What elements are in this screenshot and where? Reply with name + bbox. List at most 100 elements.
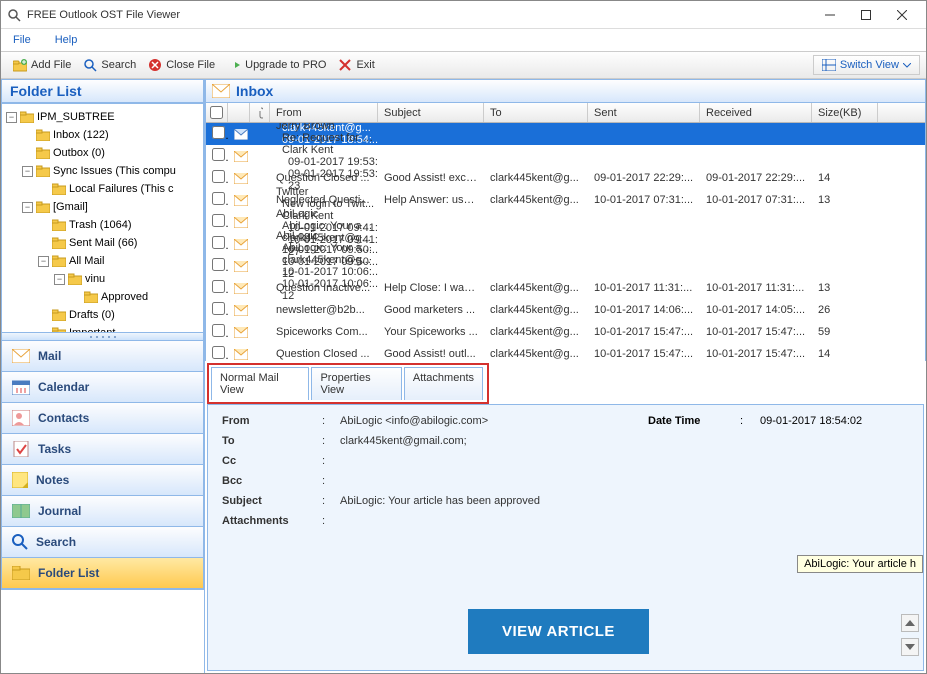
- cell-size: 26: [812, 304, 878, 316]
- view-article-button[interactable]: VIEW ARTICLE: [468, 609, 649, 654]
- nav-folder-list[interactable]: Folder List: [2, 558, 203, 589]
- tab-properties-view[interactable]: Properties View: [311, 367, 401, 400]
- grid-body[interactable]: AbiLogic AbiLogic: Your art...clark445ke…: [206, 123, 925, 361]
- add-file-button[interactable]: Add File: [7, 56, 77, 74]
- col-received[interactable]: Received: [700, 103, 812, 122]
- nav-mail[interactable]: Mail: [2, 341, 203, 372]
- col-sent[interactable]: Sent: [588, 103, 700, 122]
- tree-drafts[interactable]: Drafts (0): [38, 306, 201, 324]
- search-button[interactable]: Search: [77, 56, 142, 74]
- tree-root[interactable]: − IPM_SUBTREE Inbox (122) Outbox (0) −Sy…: [6, 108, 201, 333]
- envelope-icon: [228, 261, 250, 272]
- tree-all-mail[interactable]: −All Mail −vinu Approved: [38, 252, 201, 306]
- preview-tabs-highlight: Normal Mail View Properties View Attachm…: [207, 363, 489, 404]
- cell-size: 13: [812, 282, 878, 294]
- maximize-button[interactable]: [848, 3, 884, 27]
- content-title: Inbox: [236, 83, 273, 99]
- cell-sent: 10-01-2017 15:47:...: [588, 326, 700, 338]
- tree-inbox[interactable]: Inbox (122): [22, 126, 201, 144]
- row-checkbox[interactable]: [212, 324, 225, 337]
- mail-row[interactable]: AbiLogic AbiLogic: Your art...clark445ke…: [206, 255, 925, 277]
- row-checkbox[interactable]: [212, 170, 225, 183]
- switch-view-label: Switch View: [840, 59, 899, 71]
- menu-file[interactable]: File: [7, 32, 37, 48]
- row-checkbox[interactable]: [212, 258, 225, 271]
- upgrade-label: Upgrade to PRO: [245, 59, 326, 71]
- cell-received: 09-01-2017 22:29:...: [700, 172, 812, 184]
- toolbar: Add File Search Close File Upgrade to PR…: [1, 51, 926, 79]
- tree-important[interactable]: Important: [38, 324, 201, 333]
- nav-journal[interactable]: Journal: [2, 496, 203, 527]
- col-from[interactable]: From: [270, 103, 378, 122]
- folder-list-header: Folder List: [1, 79, 204, 103]
- tab-normal-mail-view[interactable]: Normal Mail View: [211, 367, 309, 400]
- tab-attachments[interactable]: Attachments: [404, 367, 483, 400]
- col-checkbox[interactable]: [206, 103, 228, 122]
- nav-notes[interactable]: Notes: [2, 465, 203, 496]
- exit-icon: [338, 58, 352, 72]
- nav-calendar[interactable]: Calendar: [2, 372, 203, 403]
- pv-from-value: AbiLogic <info@abilogic.com>: [340, 415, 488, 427]
- row-checkbox[interactable]: [212, 148, 225, 161]
- cell-subject: Your Spiceworks ...: [378, 326, 484, 338]
- titlebar: FREE Outlook OST File Viewer: [1, 1, 926, 29]
- cell-sent: 10-01-2017 11:31:...: [588, 282, 700, 294]
- cell-from: Question Closed ...: [270, 172, 378, 184]
- envelope-icon: [228, 283, 250, 294]
- scroll-down-button[interactable]: [901, 638, 919, 656]
- row-checkbox[interactable]: [212, 236, 225, 249]
- cell-from: Question Inactive...: [270, 282, 378, 294]
- scroll-up-button[interactable]: [901, 614, 919, 632]
- folder-tree[interactable]: − IPM_SUBTREE Inbox (122) Outbox (0) −Sy…: [1, 103, 204, 333]
- window-title: FREE Outlook OST File Viewer: [27, 9, 812, 21]
- select-all-checkbox[interactable]: [210, 106, 223, 119]
- pv-subject-label: Subject: [222, 495, 322, 507]
- switch-view-button[interactable]: Switch View: [813, 55, 920, 75]
- nav-contacts[interactable]: Contacts: [2, 403, 203, 434]
- pv-bcc-label: Bcc: [222, 475, 322, 487]
- row-checkbox[interactable]: [212, 302, 225, 315]
- preview-pane: From:AbiLogic <info@abilogic.com> Date T…: [207, 404, 924, 671]
- tree-trash[interactable]: Trash (1064): [38, 216, 201, 234]
- mail-row[interactable]: Jerry Brown Re: Request for G...Clark Ke…: [206, 145, 925, 167]
- mail-row[interactable]: Spiceworks Com...Your Spiceworks ...clar…: [206, 321, 925, 343]
- row-checkbox[interactable]: [212, 192, 225, 205]
- tree-vinu[interactable]: −vinu Approved: [54, 270, 201, 306]
- cell-to: Clark Kent 09-01-2017 19:53:...09-01-201…: [276, 144, 378, 192]
- cell-subject: Good marketers ...: [378, 304, 484, 316]
- cell-sent: 10-01-2017 14:06:...: [588, 304, 700, 316]
- cell-to: clark445kent@g...: [484, 348, 588, 360]
- cell-sent: 09-01-2017 19:53:...: [282, 156, 378, 168]
- grid-header: From Subject To Sent Received Size(KB): [206, 103, 925, 123]
- tree-outbox[interactable]: Outbox (0): [22, 144, 201, 162]
- row-checkbox[interactable]: [212, 126, 225, 139]
- pv-cc-label: Cc: [222, 455, 322, 467]
- minimize-button[interactable]: [812, 3, 848, 27]
- add-file-label: Add File: [31, 59, 71, 71]
- row-checkbox[interactable]: [212, 346, 225, 359]
- row-checkbox[interactable]: [212, 214, 225, 227]
- nav-tasks[interactable]: Tasks: [2, 434, 203, 465]
- col-size[interactable]: Size(KB): [812, 103, 878, 122]
- journal-icon: [12, 504, 30, 518]
- mail-row[interactable]: newsletter@b2b...Good marketers ...clark…: [206, 299, 925, 321]
- exit-button[interactable]: Exit: [332, 56, 380, 74]
- tree-local-failures[interactable]: Local Failures (This c: [38, 180, 201, 198]
- tree-approved[interactable]: Approved: [70, 288, 201, 306]
- cell-to: clark445kent@g...: [484, 282, 588, 294]
- upgrade-button[interactable]: Upgrade to PRO: [221, 56, 332, 74]
- nav-search[interactable]: Search: [2, 527, 203, 558]
- close-button[interactable]: [884, 3, 920, 27]
- col-to[interactable]: To: [484, 103, 588, 122]
- row-checkbox[interactable]: [212, 280, 225, 293]
- tree-gmail[interactable]: −[Gmail] Trash (1064) Sent Mail (66) −Al…: [22, 198, 201, 333]
- preview-tabs: Normal Mail View Properties View Attachm…: [211, 367, 485, 400]
- search-icon: [83, 58, 97, 72]
- tree-sync-issues[interactable]: −Sync Issues (This compu Local Failures …: [22, 162, 201, 198]
- mail-row[interactable]: Question Closed ...Good Assist! outl...c…: [206, 343, 925, 361]
- menu-help[interactable]: Help: [49, 32, 84, 48]
- close-file-button[interactable]: Close File: [142, 56, 221, 74]
- tree-sent-mail[interactable]: Sent Mail (66): [38, 234, 201, 252]
- col-subject[interactable]: Subject: [378, 103, 484, 122]
- nav-collapse-grip[interactable]: [2, 333, 203, 341]
